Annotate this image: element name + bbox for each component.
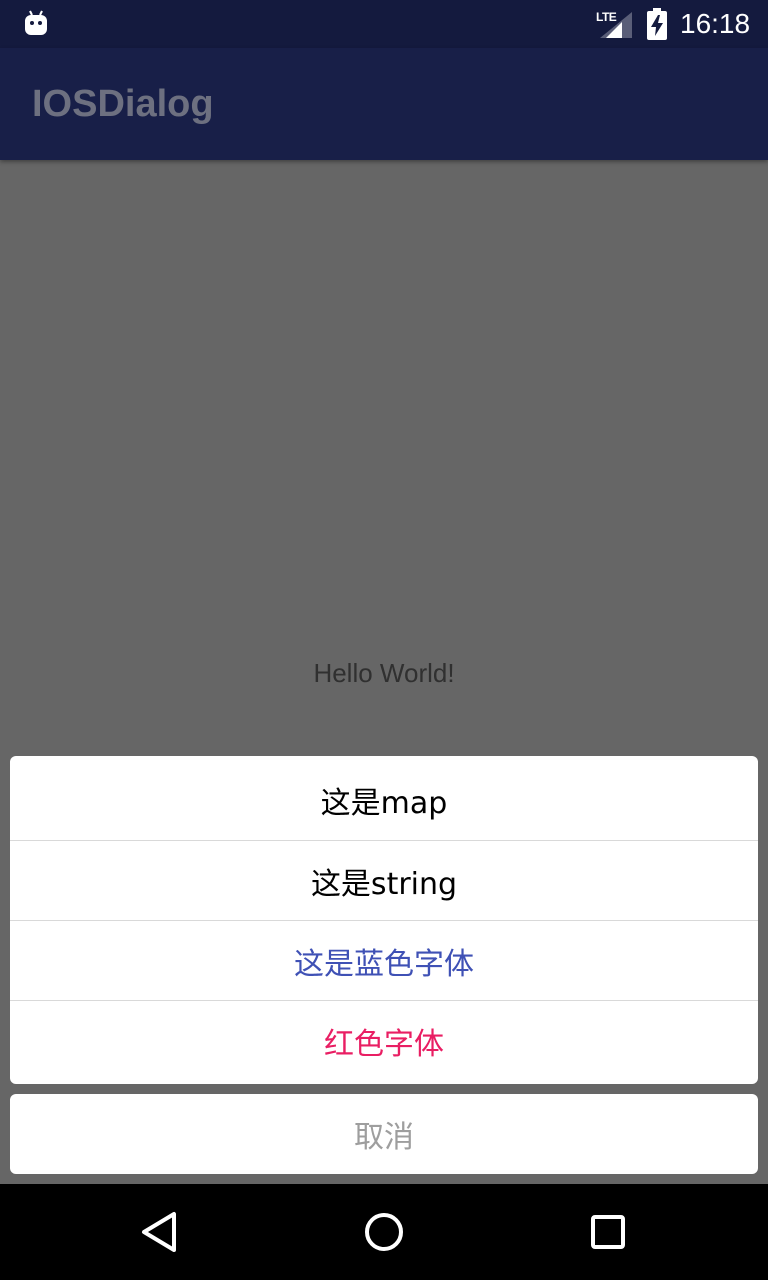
clock: 16:18 — [680, 8, 751, 39]
home-icon[interactable] — [360, 1208, 408, 1256]
sheet-item-string[interactable]: 这是string — [10, 840, 758, 921]
app-bar: IOSDialog — [0, 48, 768, 160]
back-icon[interactable] — [136, 1208, 184, 1256]
cancel-button[interactable]: 取消 — [10, 1094, 758, 1174]
hello-text: Hello World! — [313, 658, 455, 688]
app-title: IOSDialog — [32, 83, 214, 125]
sheet-item-map[interactable]: 这是map — [10, 760, 758, 840]
signal-icon — [600, 12, 632, 38]
sheet-item-blue-text[interactable]: 这是蓝色字体 — [10, 920, 758, 1001]
android-icon — [25, 10, 47, 35]
status-bar: LTE 16:18 — [0, 0, 768, 48]
navigation-bar — [0, 1184, 768, 1280]
recents-icon[interactable] — [584, 1208, 632, 1256]
battery-charging-icon — [647, 8, 667, 40]
action-sheet: 这是map 这是string 这是蓝色字体 红色字体 — [10, 756, 758, 1084]
sheet-item-red-text[interactable]: 红色字体 — [10, 1000, 758, 1081]
